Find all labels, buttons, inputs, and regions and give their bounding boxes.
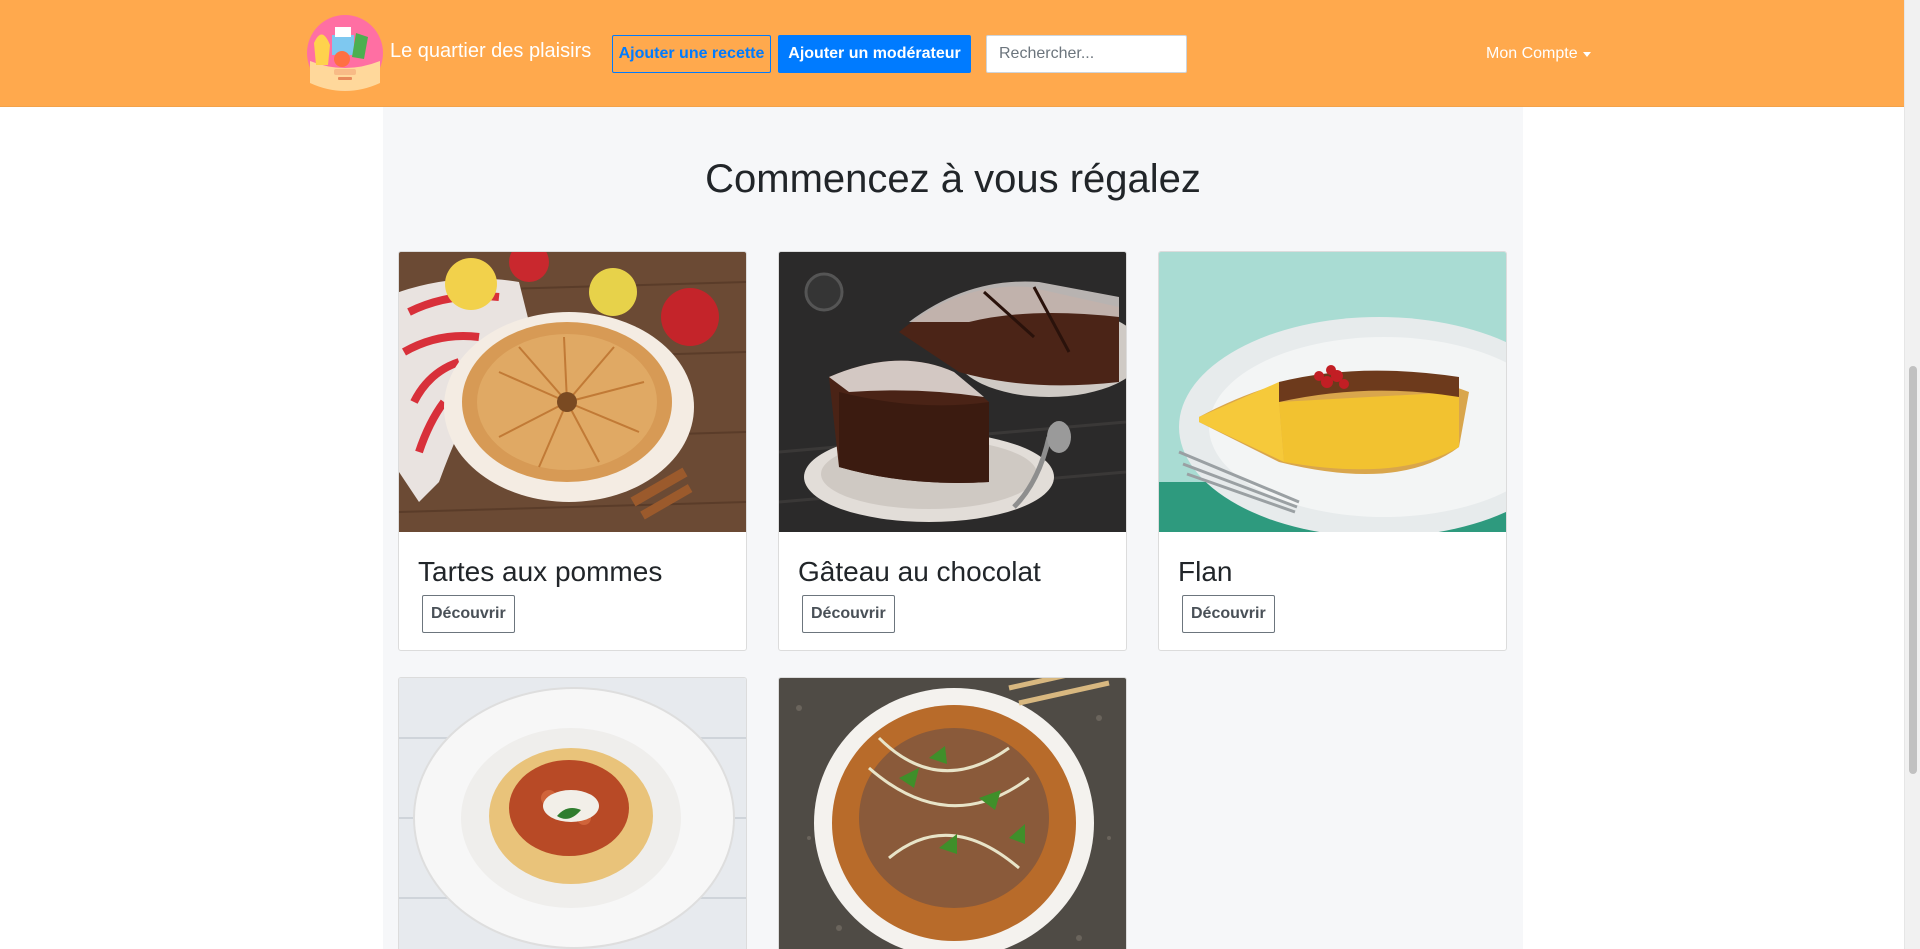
spaghetti-bolognese-image bbox=[399, 678, 746, 949]
recipe-card bbox=[778, 677, 1127, 949]
account-dropdown[interactable]: Mon Compte bbox=[1486, 44, 1591, 64]
brand-name[interactable]: Le quartier des plaisirs bbox=[390, 38, 591, 64]
add-moderator-button[interactable]: Ajouter un modérateur bbox=[778, 35, 971, 73]
discover-button[interactable]: Découvrir bbox=[802, 595, 895, 633]
discover-button[interactable]: Découvrir bbox=[422, 595, 515, 633]
chocolate-cake-image bbox=[779, 252, 1126, 532]
pho-soup-image bbox=[779, 678, 1126, 949]
main-container: Commencez à vous régalez Tartes aux pomm… bbox=[383, 107, 1523, 949]
card-title: Gâteau au chocolat bbox=[798, 556, 1041, 587]
page-title: Commencez à vous régalez bbox=[705, 157, 1201, 201]
discover-button[interactable]: Découvrir bbox=[1182, 595, 1275, 633]
chevron-down-icon bbox=[1582, 52, 1591, 57]
scrollbar-thumb[interactable] bbox=[1909, 366, 1917, 774]
top-navbar: Le quartier des plaisirs Ajouter une rec… bbox=[0, 0, 1904, 107]
flan-image bbox=[1159, 252, 1506, 532]
recipe-card: Flan Découvrir bbox=[1158, 251, 1507, 651]
card-title: Tartes aux pommes bbox=[418, 556, 663, 587]
brand-logo-icon[interactable] bbox=[304, 13, 386, 93]
recipe-card: Gâteau au chocolat Découvrir bbox=[778, 251, 1127, 651]
apple-tart-image bbox=[399, 252, 746, 532]
add-recipe-button[interactable]: Ajouter une recette bbox=[612, 35, 771, 73]
card-title: Flan bbox=[1178, 556, 1233, 587]
page-scrollbar[interactable] bbox=[1904, 0, 1920, 949]
account-label: Mon Compte bbox=[1486, 45, 1578, 62]
recipe-card: Tartes aux pommes Découvrir bbox=[398, 251, 747, 651]
search-input[interactable] bbox=[986, 35, 1187, 73]
recipe-card bbox=[398, 677, 747, 949]
